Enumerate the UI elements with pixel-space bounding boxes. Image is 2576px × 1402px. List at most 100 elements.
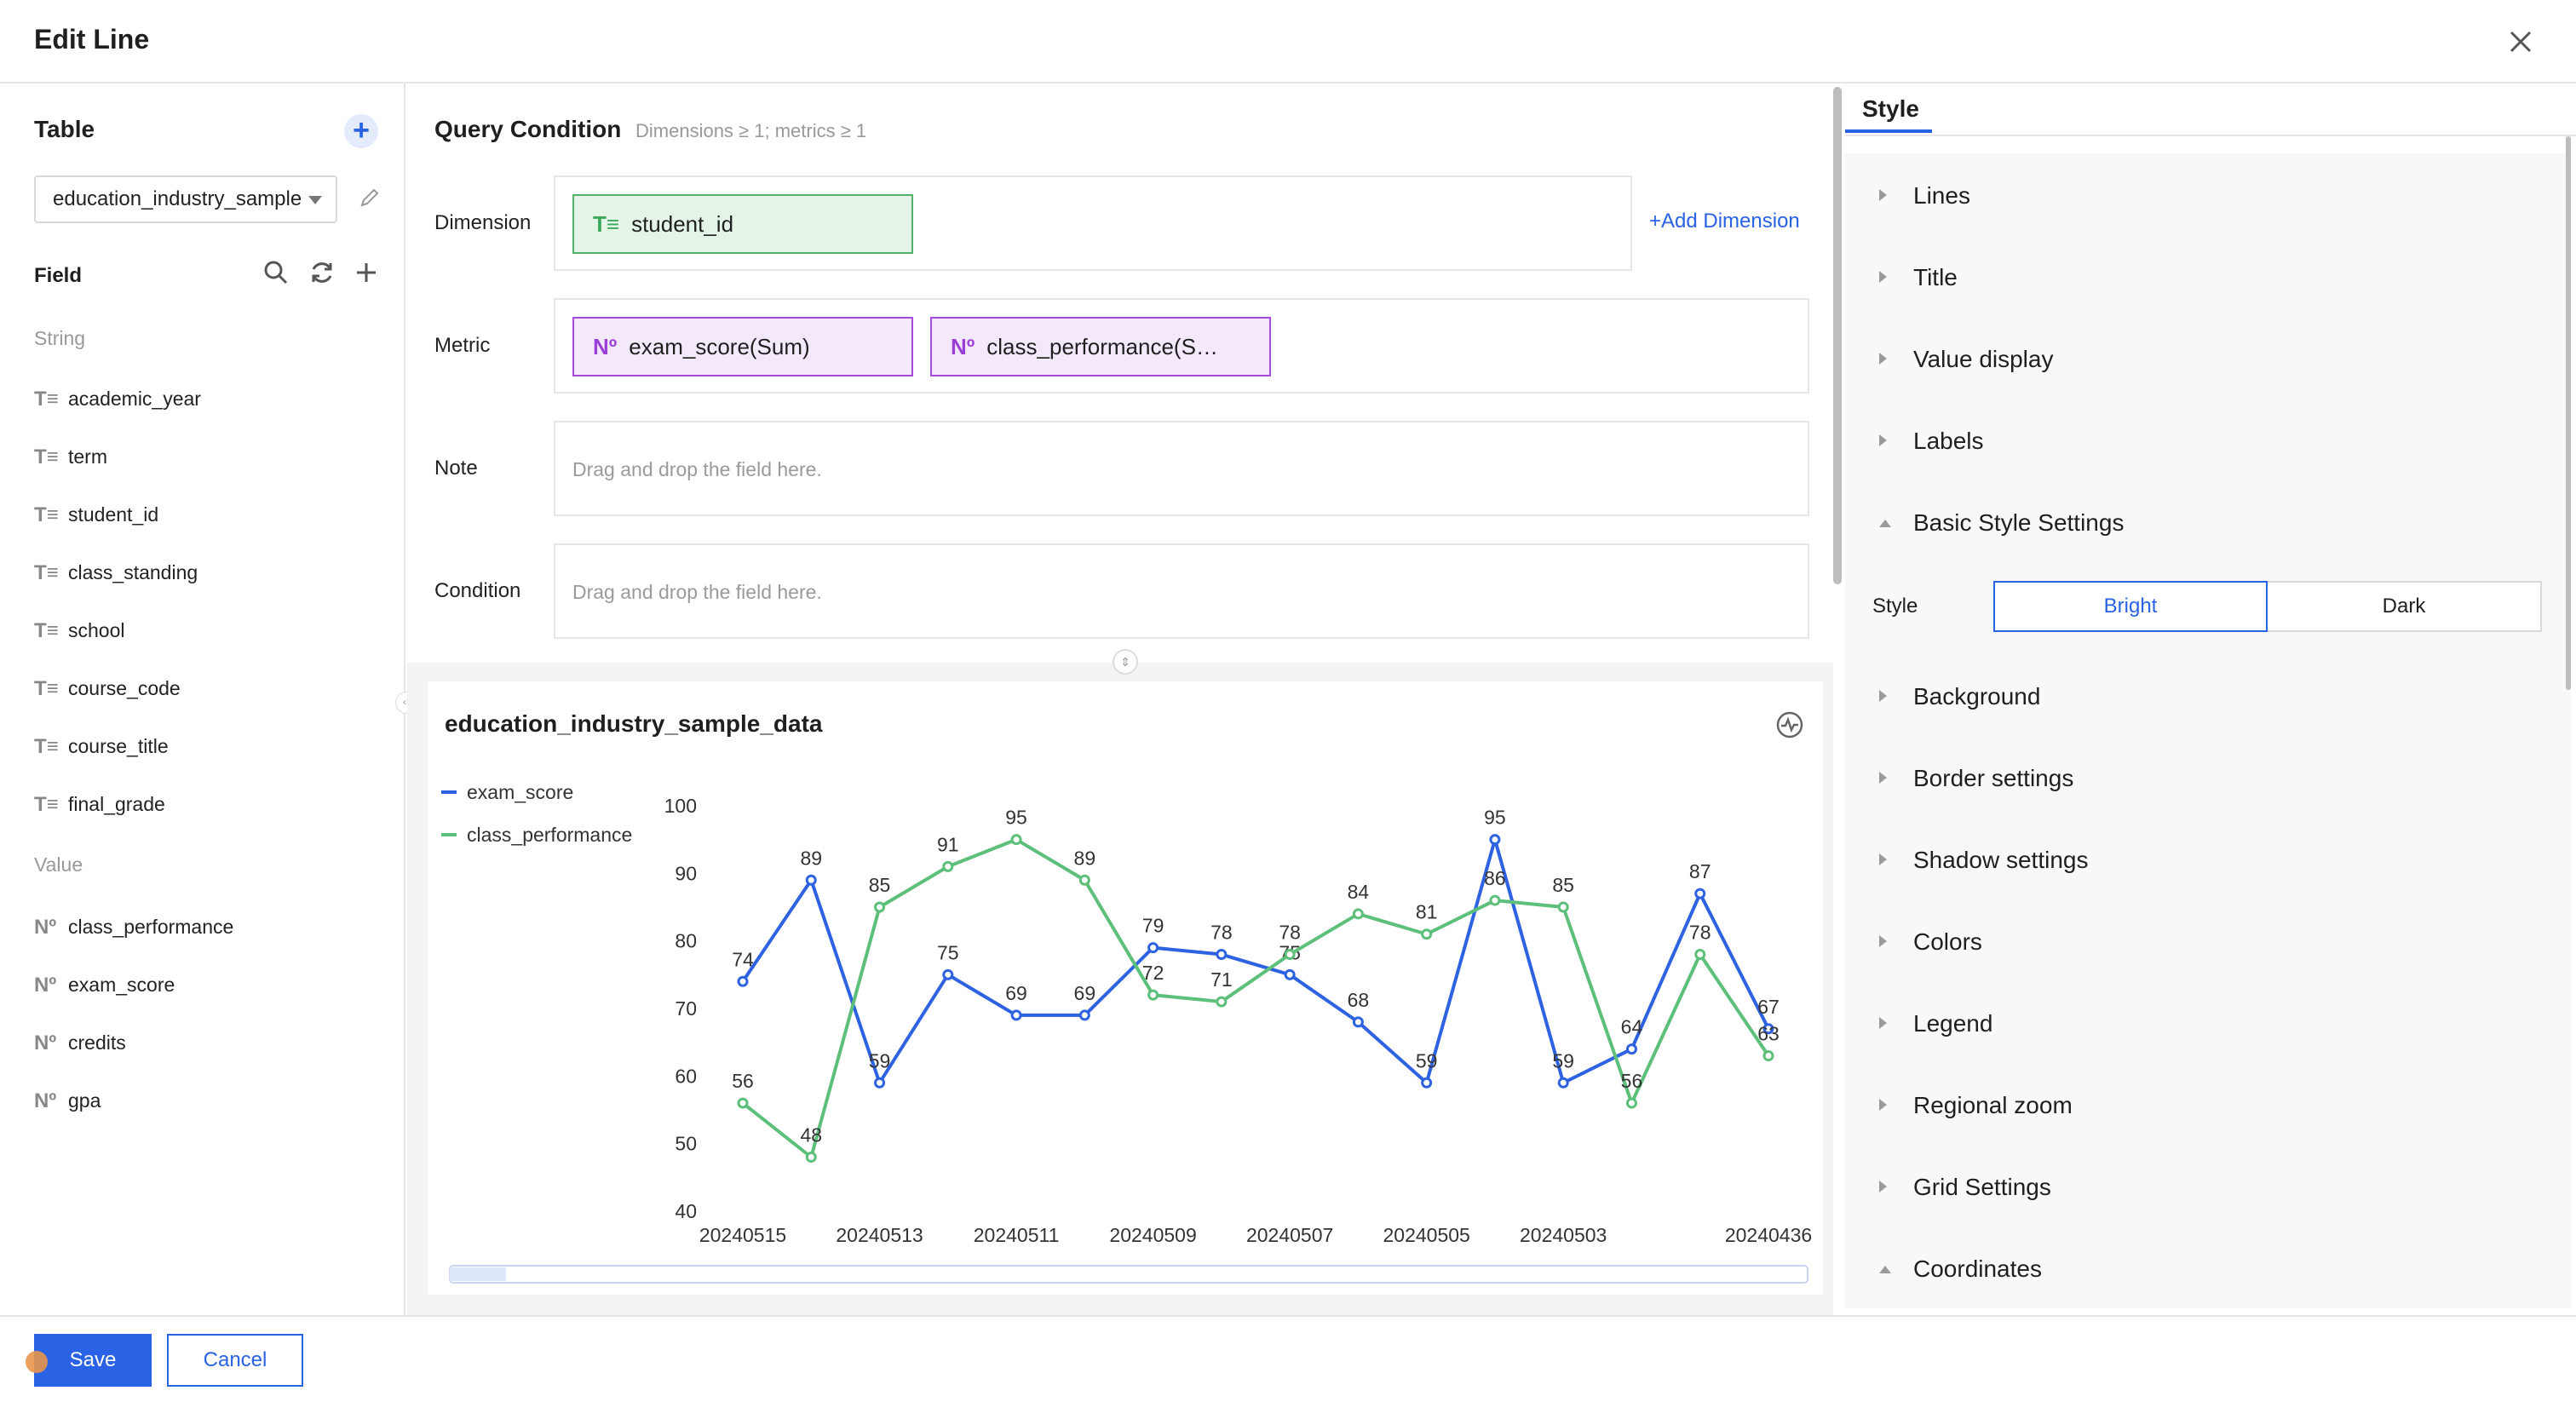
data-label: 95 bbox=[1484, 807, 1506, 829]
refresh-field-button[interactable] bbox=[308, 259, 336, 290]
data-label: 71 bbox=[1210, 968, 1233, 991]
x-tick-label: 20240503 bbox=[1520, 1224, 1607, 1246]
caret-right-icon bbox=[1879, 434, 1887, 446]
add-dimension-button[interactable]: +Add Dimension bbox=[1649, 210, 1800, 233]
text-field-icon: T≡ bbox=[34, 445, 59, 468]
tab-style-indicator bbox=[1845, 129, 1932, 133]
dialog-title: Edit Line bbox=[34, 24, 150, 55]
text-field-icon: T≡ bbox=[34, 793, 59, 816]
save-button[interactable]: Save bbox=[34, 1334, 152, 1387]
resize-handle[interactable]: ⇕ bbox=[1113, 649, 1138, 675]
string-field-item[interactable]: T≡ school bbox=[34, 613, 375, 647]
edit-table-button[interactable] bbox=[358, 186, 382, 214]
text-field-icon: T≡ bbox=[34, 677, 59, 700]
add-field-button[interactable] bbox=[353, 259, 380, 290]
style-section-lines[interactable]: Lines bbox=[1879, 177, 2527, 215]
data-point bbox=[737, 975, 749, 987]
caret-right-icon bbox=[1879, 1099, 1887, 1111]
style-section-shadow-settings[interactable]: Shadow settings bbox=[1879, 842, 2527, 879]
string-field-item[interactable]: T≡ term bbox=[34, 440, 375, 474]
data-label: 69 bbox=[1005, 982, 1027, 1004]
metric-pill[interactable]: Nº exam_score(Sum) bbox=[572, 317, 913, 376]
data-point bbox=[1284, 949, 1296, 961]
plus-icon: + bbox=[1649, 210, 1662, 233]
series-line-class_performance bbox=[741, 837, 1770, 1159]
search-field-button[interactable] bbox=[262, 259, 290, 290]
style-section-regional-zoom[interactable]: Regional zoom bbox=[1879, 1087, 2527, 1124]
style-section-label: Labels bbox=[1913, 428, 1984, 454]
dimension-pill[interactable]: T≡ student_id bbox=[572, 194, 913, 254]
style-section-coordinates[interactable]: Coordinates bbox=[1879, 1250, 2527, 1288]
data-label: 78 bbox=[1210, 922, 1233, 944]
pulse-icon bbox=[1776, 711, 1803, 738]
field-name: term bbox=[68, 445, 107, 468]
style-option-bright[interactable]: Bright bbox=[1993, 581, 2268, 632]
number-field-icon: Nº bbox=[34, 1089, 57, 1112]
data-label: 85 bbox=[869, 874, 891, 896]
caret-up-icon bbox=[1879, 1266, 1891, 1273]
style-section-labels[interactable]: Labels bbox=[1879, 422, 2527, 460]
legend-label: exam_score bbox=[467, 781, 573, 803]
query-condition-title: Query Condition bbox=[434, 116, 622, 142]
number-field-icon: Nº bbox=[34, 974, 57, 997]
style-section-border-settings[interactable]: Border settings bbox=[1879, 760, 2527, 797]
add-table-button[interactable]: + bbox=[344, 114, 378, 148]
value-field-item[interactable]: Nº class_performance bbox=[34, 910, 375, 944]
style-section-label: Border settings bbox=[1913, 765, 2074, 791]
chart-options-button[interactable] bbox=[1775, 710, 1804, 744]
field-name: school bbox=[68, 619, 125, 641]
string-field-item[interactable]: T≡ class_standing bbox=[34, 555, 375, 589]
data-point bbox=[1625, 1043, 1637, 1055]
number-field-icon: Nº bbox=[593, 334, 618, 359]
style-scrollbar[interactable] bbox=[2566, 136, 2571, 690]
string-field-item[interactable]: T≡ course_code bbox=[34, 671, 375, 705]
style-section-value-display[interactable]: Value display bbox=[1879, 341, 2527, 378]
line-chart: 40 50 60 70 80 90 100 20240515 20240513 20240511 2… bbox=[441, 781, 1812, 1284]
data-label: 63 bbox=[1757, 1023, 1780, 1045]
metric-pill[interactable]: Nº class_performance(S… bbox=[930, 317, 1271, 376]
style-section-basic-style-settings[interactable]: Basic Style Settings bbox=[1879, 504, 2527, 542]
value-field-item[interactable]: Nº gpa bbox=[34, 1083, 375, 1118]
note-placeholder: Drag and drop the field here. bbox=[572, 458, 822, 480]
data-point bbox=[1078, 874, 1090, 886]
value-field-item[interactable]: Nº credits bbox=[34, 1026, 375, 1060]
style-section-grid-settings[interactable]: Grid Settings bbox=[1879, 1169, 2527, 1206]
text-field-icon: T≡ bbox=[34, 388, 59, 411]
data-label: 78 bbox=[1689, 922, 1711, 944]
string-field-item[interactable]: T≡ student_id bbox=[34, 497, 375, 531]
style-section-label: Colors bbox=[1913, 928, 1982, 955]
style-option-dark[interactable]: Dark bbox=[2268, 581, 2542, 632]
string-field-item[interactable]: T≡ course_title bbox=[34, 729, 375, 763]
data-label: 75 bbox=[937, 941, 959, 963]
value-field-item[interactable]: Nº exam_score bbox=[34, 968, 375, 1002]
number-field-icon: Nº bbox=[34, 1031, 57, 1054]
dialog-footer bbox=[0, 1315, 2576, 1402]
x-tick-label: 20240507 bbox=[1246, 1224, 1333, 1246]
data-point bbox=[1489, 834, 1501, 846]
close-button[interactable] bbox=[2499, 20, 2542, 63]
tab-style[interactable]: Style bbox=[1862, 95, 1919, 123]
style-section-label: Lines bbox=[1913, 182, 1970, 209]
search-icon bbox=[264, 261, 288, 284]
data-label: 56 bbox=[732, 1070, 754, 1092]
zoom-slider-handle bbox=[450, 1267, 506, 1281]
cancel-button[interactable]: Cancel bbox=[167, 1334, 303, 1387]
string-field-item[interactable]: T≡ academic_year bbox=[34, 382, 375, 416]
style-section-background[interactable]: Background bbox=[1879, 678, 2527, 715]
style-section-title[interactable]: Title bbox=[1879, 259, 2527, 296]
text-field-icon: T≡ bbox=[34, 561, 59, 584]
style-section-colors[interactable]: Colors bbox=[1879, 923, 2527, 961]
condition-label: Condition bbox=[434, 579, 521, 602]
add-dimension-label: Add Dimension bbox=[1661, 210, 1800, 233]
x-tick-label: 20240505 bbox=[1383, 1224, 1469, 1246]
dialog-header bbox=[0, 0, 2576, 83]
style-section-legend[interactable]: Legend bbox=[1879, 1005, 2527, 1043]
caret-right-icon bbox=[1879, 189, 1887, 201]
data-label: 89 bbox=[1074, 847, 1096, 869]
x-tick-label: 20240436 bbox=[1725, 1224, 1812, 1246]
table-select[interactable]: education_industry_sample bbox=[34, 175, 337, 223]
field-name: student_id bbox=[68, 503, 159, 526]
data-point bbox=[942, 968, 954, 980]
data-label: 64 bbox=[1621, 1016, 1643, 1038]
string-field-item[interactable]: T≡ final_grade bbox=[34, 787, 375, 821]
